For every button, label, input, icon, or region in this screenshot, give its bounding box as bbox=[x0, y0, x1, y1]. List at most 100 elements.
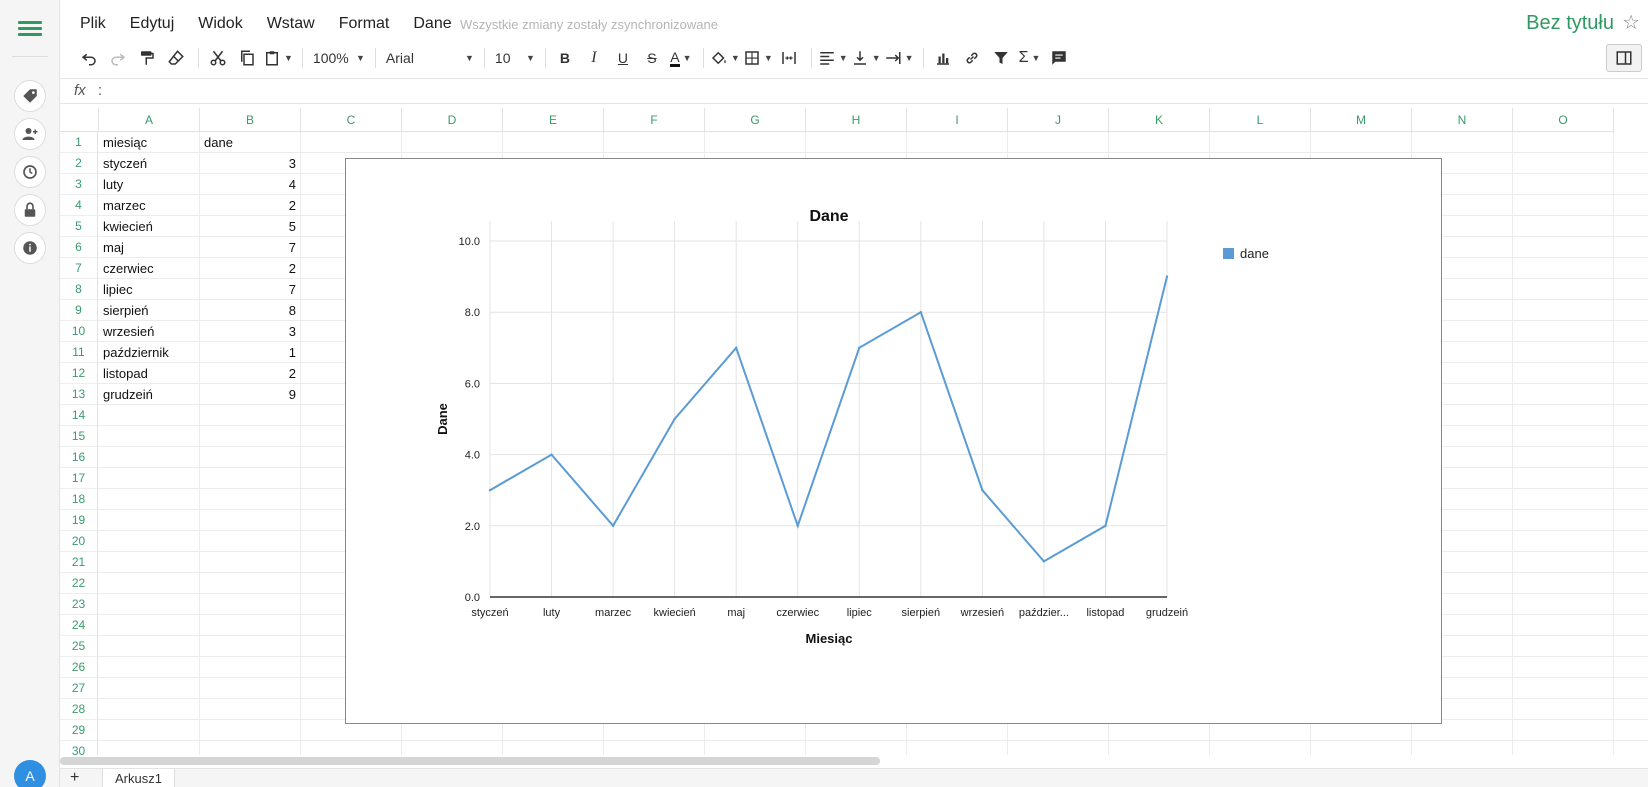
column-header-b[interactable]: B bbox=[200, 108, 301, 132]
font-size-select[interactable]: 10 ▼ bbox=[491, 50, 539, 66]
lock-icon[interactable] bbox=[14, 194, 46, 226]
cell-a6[interactable]: maj bbox=[99, 237, 200, 258]
cell-b7[interactable]: 2 bbox=[200, 258, 301, 279]
cell-b13[interactable]: 9 bbox=[200, 384, 301, 405]
row-header-5[interactable]: 5 bbox=[60, 216, 98, 237]
star-icon[interactable]: ☆ bbox=[1622, 10, 1640, 35]
row-header-1[interactable]: 1 bbox=[60, 132, 98, 153]
text-wrap-icon[interactable]: ▼ bbox=[884, 45, 914, 71]
column-header-h[interactable]: H bbox=[806, 108, 907, 132]
cell-a2[interactable]: styczeń bbox=[99, 153, 200, 174]
comment-icon[interactable] bbox=[1046, 45, 1072, 71]
column-header-o[interactable]: O bbox=[1513, 108, 1614, 132]
fill-color-icon[interactable]: ▼ bbox=[710, 45, 740, 71]
row-header-2[interactable]: 2 bbox=[60, 153, 98, 174]
cell-b5[interactable]: 5 bbox=[200, 216, 301, 237]
menu-format[interactable]: Format bbox=[339, 15, 390, 33]
row-header-4[interactable]: 4 bbox=[60, 195, 98, 216]
row-header-8[interactable]: 8 bbox=[60, 279, 98, 300]
bold-button[interactable]: B bbox=[552, 45, 578, 71]
cell-a9[interactable]: sierpień bbox=[99, 300, 200, 321]
row-header-17[interactable]: 17 bbox=[60, 468, 98, 489]
row-header-22[interactable]: 22 bbox=[60, 573, 98, 594]
column-header-g[interactable]: G bbox=[705, 108, 806, 132]
cell-a4[interactable]: marzec bbox=[99, 195, 200, 216]
row-header-9[interactable]: 9 bbox=[60, 300, 98, 321]
cell-a1[interactable]: miesiąc bbox=[99, 132, 200, 153]
menu-insert[interactable]: Wstaw bbox=[267, 15, 315, 33]
column-header-k[interactable]: K bbox=[1109, 108, 1210, 132]
column-header-m[interactable]: M bbox=[1311, 108, 1412, 132]
cell-b6[interactable]: 7 bbox=[200, 237, 301, 258]
sheet-tab-arkusz1[interactable]: Arkusz1 bbox=[102, 769, 175, 787]
cell-b9[interactable]: 8 bbox=[200, 300, 301, 321]
horizontal-scrollbar[interactable] bbox=[60, 757, 880, 765]
cell-b4[interactable]: 2 bbox=[200, 195, 301, 216]
row-header-12[interactable]: 12 bbox=[60, 363, 98, 384]
cell-a8[interactable]: lipiec bbox=[99, 279, 200, 300]
text-color-button[interactable]: A ▼ bbox=[668, 45, 694, 71]
add-person-icon[interactable] bbox=[14, 118, 46, 150]
row-header-30[interactable]: 30 bbox=[60, 741, 98, 755]
row-header-16[interactable]: 16 bbox=[60, 447, 98, 468]
tag-icon[interactable] bbox=[14, 80, 46, 112]
strikethrough-button[interactable]: S bbox=[639, 45, 665, 71]
cell-b3[interactable]: 4 bbox=[200, 174, 301, 195]
column-header-i[interactable]: I bbox=[907, 108, 1008, 132]
row-header-18[interactable]: 18 bbox=[60, 489, 98, 510]
column-header-j[interactable]: J bbox=[1008, 108, 1109, 132]
cell-b8[interactable]: 7 bbox=[200, 279, 301, 300]
clear-format-icon[interactable] bbox=[163, 45, 189, 71]
column-header-c[interactable]: C bbox=[301, 108, 402, 132]
functions-button[interactable]: Σ ▼ bbox=[1017, 45, 1043, 71]
cell-a10[interactable]: wrzesień bbox=[99, 321, 200, 342]
cell-a7[interactable]: czerwiec bbox=[99, 258, 200, 279]
user-avatar[interactable]: A bbox=[14, 760, 46, 787]
row-header-29[interactable]: 29 bbox=[60, 720, 98, 741]
underline-button[interactable]: U bbox=[610, 45, 636, 71]
add-sheet-button[interactable]: + bbox=[70, 769, 79, 787]
row-header-20[interactable]: 20 bbox=[60, 531, 98, 552]
cell-b2[interactable]: 3 bbox=[200, 153, 301, 174]
row-header-19[interactable]: 19 bbox=[60, 510, 98, 531]
cell-b12[interactable]: 2 bbox=[200, 363, 301, 384]
menu-file[interactable]: Plik bbox=[80, 15, 106, 33]
merge-cells-icon[interactable] bbox=[776, 45, 802, 71]
hamburger-menu-icon[interactable] bbox=[18, 18, 42, 38]
row-header-27[interactable]: 27 bbox=[60, 678, 98, 699]
column-header-e[interactable]: E bbox=[503, 108, 604, 132]
menu-edit[interactable]: Edytuj bbox=[130, 15, 174, 33]
align-vertical-icon[interactable]: ▼ bbox=[851, 45, 881, 71]
paste-icon[interactable]: ▼ bbox=[263, 45, 293, 71]
corner-cell[interactable] bbox=[60, 108, 99, 132]
formula-bar[interactable]: fx : bbox=[60, 78, 1648, 104]
italic-button[interactable]: I bbox=[581, 45, 607, 71]
cell-b10[interactable]: 3 bbox=[200, 321, 301, 342]
cell-b11[interactable]: 1 bbox=[200, 342, 301, 363]
row-header-3[interactable]: 3 bbox=[60, 174, 98, 195]
row-header-21[interactable]: 21 bbox=[60, 552, 98, 573]
row-header-28[interactable]: 28 bbox=[60, 699, 98, 720]
menu-data[interactable]: Dane bbox=[413, 15, 451, 33]
zoom-select[interactable]: 100% ▼ bbox=[309, 50, 369, 66]
row-header-26[interactable]: 26 bbox=[60, 657, 98, 678]
row-header-7[interactable]: 7 bbox=[60, 258, 98, 279]
row-header-14[interactable]: 14 bbox=[60, 405, 98, 426]
row-header-15[interactable]: 15 bbox=[60, 426, 98, 447]
history-icon[interactable] bbox=[14, 156, 46, 188]
undo-icon[interactable] bbox=[76, 45, 102, 71]
column-header-n[interactable]: N bbox=[1412, 108, 1513, 132]
column-header-l[interactable]: L bbox=[1210, 108, 1311, 132]
insert-chart-icon[interactable] bbox=[930, 45, 956, 71]
cell-a3[interactable]: luty bbox=[99, 174, 200, 195]
cell-a12[interactable]: listopad bbox=[99, 363, 200, 384]
filter-icon[interactable] bbox=[988, 45, 1014, 71]
borders-icon[interactable]: ▼ bbox=[743, 45, 773, 71]
column-header-a[interactable]: A bbox=[99, 108, 200, 132]
copy-icon[interactable] bbox=[234, 45, 260, 71]
info-icon[interactable] bbox=[14, 232, 46, 264]
row-header-11[interactable]: 11 bbox=[60, 342, 98, 363]
row-header-24[interactable]: 24 bbox=[60, 615, 98, 636]
insert-link-icon[interactable] bbox=[959, 45, 985, 71]
row-header-10[interactable]: 10 bbox=[60, 321, 98, 342]
